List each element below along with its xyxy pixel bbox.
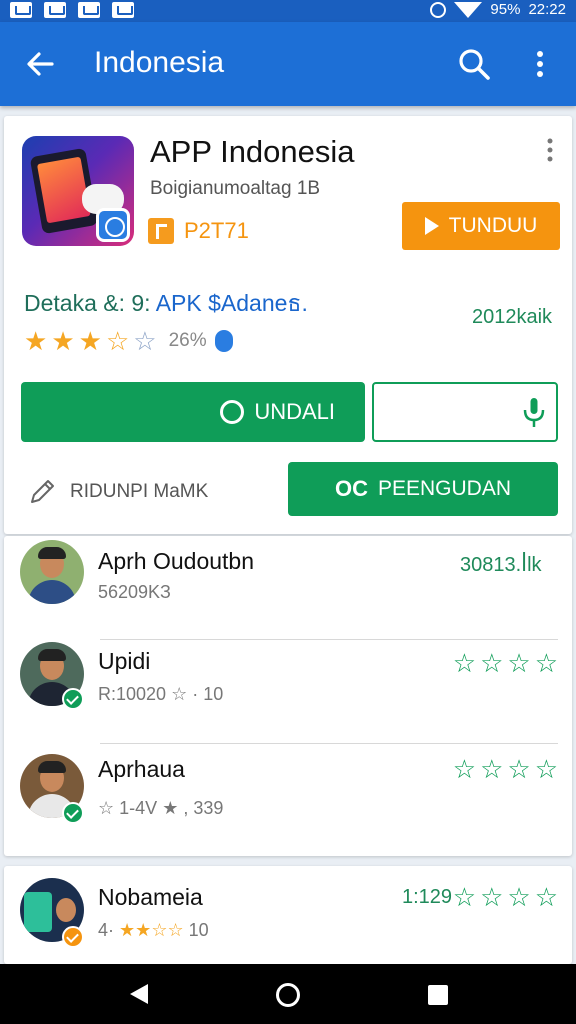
review-stars: ☆ ☆ ☆ ☆ (453, 650, 558, 676)
pencil-icon (31, 480, 54, 503)
review-item[interactable]: Aprhaua ☆ 1-4V ★ , 339 ☆ ☆ ☆ ☆ (4, 742, 572, 846)
review-item[interactable]: Nobameia 4· ★★☆☆ 10 1:129 ☆ ☆ ☆ ☆ (4, 866, 572, 970)
star-empty-icon: ☆ (171, 684, 188, 704)
reviewer-name: Upidi (98, 648, 151, 674)
star-outline-icon: ☆ (534, 754, 558, 784)
pengundan-button[interactable]: OC PEENGUDAN (288, 462, 558, 516)
verified-icon (62, 688, 84, 710)
app-code-text: P2T71 (184, 218, 249, 243)
play-icon (424, 217, 439, 235)
clock: 22:22 (528, 1, 566, 18)
review-meta: ☆ 1-4V ★ , 339 (98, 798, 223, 819)
install-label: TUNDUU (448, 214, 538, 237)
review-stars: ☆ ☆ ☆ ☆ (453, 756, 558, 782)
alarm-icon (430, 1, 447, 18)
review-meta-suffix: · 10 (192, 684, 224, 704)
page-title: Indonesia (94, 46, 225, 79)
star-full-icon: ★ (24, 326, 48, 356)
edit-link[interactable]: RIDUNPI MaMK (26, 476, 208, 508)
star-outline-icon: ☆ (452, 882, 477, 912)
star-empty-icon: ☆☆ (151, 920, 184, 940)
star-full-icon: ★ (51, 326, 75, 356)
review-meta-prefix: 1-4V (119, 798, 158, 818)
review-meta-prefix: R:10020 (98, 684, 167, 704)
details-link[interactable]: APK $Adaneธ. (156, 290, 308, 316)
star-half-icon: ☆ (105, 326, 130, 356)
status-bar: 95% 22:22 (0, 0, 576, 22)
star-outline-icon: ☆ (452, 648, 477, 678)
app-code: P2T71 (184, 218, 249, 244)
star-full-icon: ★★ (119, 920, 152, 940)
rating-stars: ★ ★ ★ ☆ ☆ 26% (24, 328, 233, 354)
reviews-card: Aprh Oudoutbn 56209KЗ 30813.ꟾlk Upidi R:… (4, 536, 572, 856)
battery-level: 95% (490, 1, 521, 18)
star-outline-icon: ☆ (507, 648, 531, 678)
install-button[interactable]: TUNDUU (402, 202, 560, 250)
reviewer-name: Aprhaua (98, 756, 185, 782)
chat-bubble-icon: OC (334, 476, 368, 501)
rating-percent: 26% (168, 330, 207, 351)
details-line: Detaka &: 9: APK $Adaneธ. (24, 286, 308, 322)
details-prefix: Detaka &: 9: (24, 290, 151, 316)
nav-recents-icon[interactable] (428, 985, 448, 1005)
app-card: APP Indonesia Boigianumoaltag 1B P2T71 T… (4, 116, 572, 534)
gmail-icon (44, 2, 66, 18)
undali-label: UNDALI (254, 399, 335, 424)
more-vert-icon[interactable] (540, 136, 560, 164)
undali-button[interactable]: UNDALI (21, 382, 365, 442)
app-icon[interactable] (22, 136, 134, 246)
app-bar: Indonesia (0, 22, 576, 106)
star-empty-icon: ★ (162, 798, 179, 818)
pengundan-label: PEENGUDAN (377, 477, 512, 500)
mail-icon (10, 2, 32, 18)
star-outline-icon: ☆ (507, 754, 531, 784)
wifi-icon (454, 1, 483, 18)
review-meta-suffix: , 339 (183, 798, 224, 818)
review-meta: 56209KЗ (98, 582, 171, 602)
star-outline-icon: ☆ (480, 882, 504, 912)
star-outline-icon: ☆ (534, 648, 558, 678)
nav-home-icon[interactable] (276, 983, 300, 1007)
star-outline-icon: ☆ (480, 754, 504, 784)
notification-icon (78, 2, 100, 18)
app-notification-icon (112, 2, 134, 18)
star-outline-icon: ☆ (507, 882, 531, 912)
system-nav-bar (0, 964, 576, 1024)
shield-icon (214, 330, 233, 352)
app-name: APP Indonesia (150, 134, 355, 169)
app-developer: Boigianumoaltag 1B (150, 178, 321, 199)
editor-badge-icon (148, 218, 174, 244)
star-outline-icon: ☆ (452, 754, 477, 784)
nav-back-icon[interactable] (130, 984, 148, 1004)
verified-icon (62, 926, 84, 948)
search-icon[interactable] (456, 46, 492, 82)
review-count: 30813.ꟾlk (460, 554, 542, 576)
chat-icon (220, 400, 245, 424)
more-vert-icon[interactable] (528, 46, 552, 82)
edit-label: RIDUNPI MaMK (70, 481, 209, 502)
star-empty-icon: ☆ (98, 798, 115, 818)
download-count: 2012kaik (472, 306, 553, 328)
review-stars: ☆ ☆ ☆ ☆ (453, 884, 558, 910)
avatar (20, 540, 84, 604)
review-meta-prefix: 4· (98, 920, 115, 940)
review-meta-suffix: 10 (188, 920, 209, 940)
verified-icon (62, 802, 84, 824)
review-item[interactable]: Upidi R:10020 ☆ · 10 ☆ ☆ ☆ ☆ (4, 620, 572, 744)
star-empty-icon: ☆ (133, 326, 157, 356)
review-meta: R:10020 ☆ · 10 (98, 684, 223, 705)
reviewer-name: Nobameia (98, 884, 203, 910)
back-arrow-icon[interactable] (22, 46, 58, 82)
reviewer-name: Aprh Oudoutbn (98, 548, 255, 574)
voice-button[interactable] (372, 382, 558, 442)
star-outline-icon: ☆ (534, 882, 558, 912)
review-count: 1:129 (402, 886, 453, 908)
review-card: Nobameia 4· ★★☆☆ 10 1:129 ☆ ☆ ☆ ☆ (4, 866, 572, 964)
star-full-icon: ★ (78, 326, 102, 356)
star-outline-icon: ☆ (480, 648, 504, 678)
mic-icon (523, 398, 545, 427)
review-meta: 4· ★★☆☆ 10 (98, 920, 209, 941)
